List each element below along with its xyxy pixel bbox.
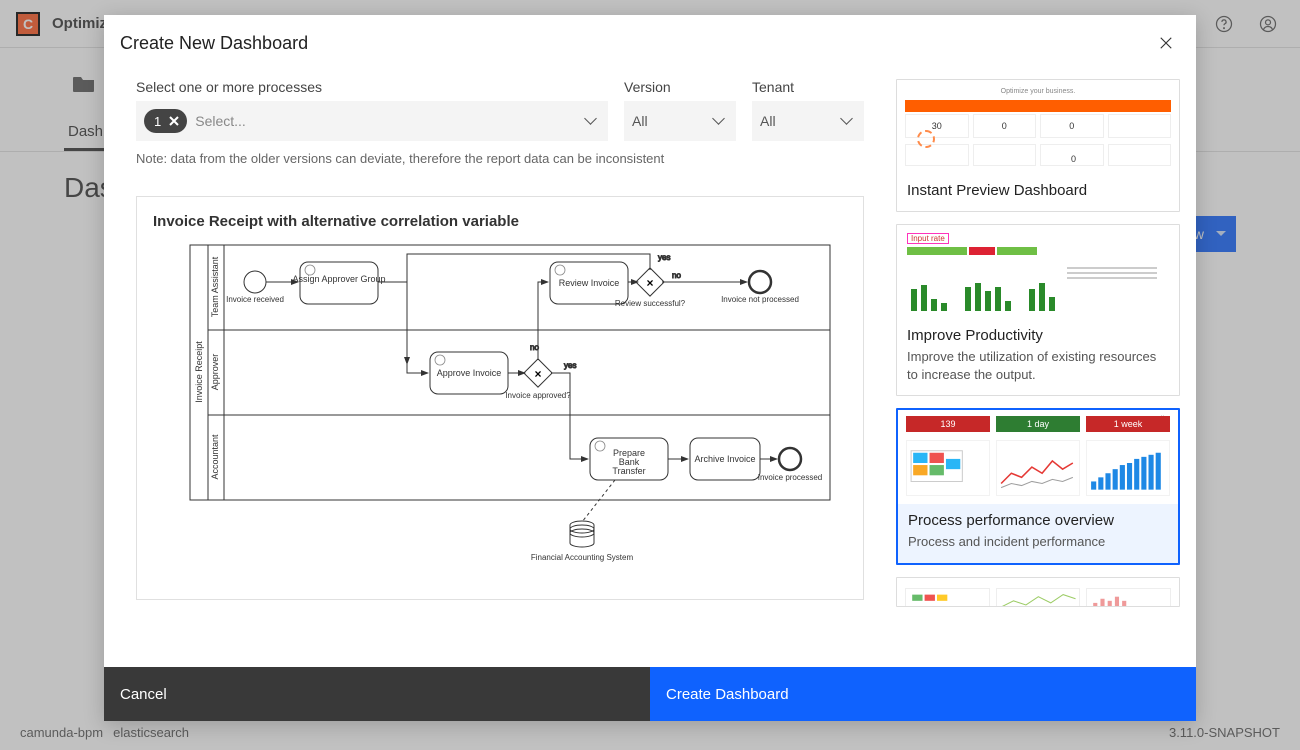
- tenant-field-label: Tenant: [752, 79, 864, 95]
- svg-text:yes: yes: [564, 361, 576, 370]
- svg-text:Review successful?: Review successful?: [615, 299, 686, 308]
- process-chip-count: 1: [154, 114, 161, 129]
- template-name: Improve Productivity: [907, 327, 1169, 344]
- template-improve-productivity[interactable]: Input rate: [896, 224, 1180, 396]
- tenant-select[interactable]: All: [752, 101, 864, 141]
- svg-text:Invoice processed: Invoice processed: [758, 473, 822, 482]
- process-select[interactable]: 1 Select...: [136, 101, 608, 141]
- template-instant-preview[interactable]: Optimize your business. 30 0 0 0: [896, 79, 1180, 212]
- svg-text:Accountant: Accountant: [210, 434, 220, 480]
- process-field-label: Select one or more processes: [136, 79, 608, 95]
- svg-text:Invoice approved?: Invoice approved?: [505, 391, 571, 400]
- process-diagram-card: Invoice Receipt with alternative correla…: [136, 196, 864, 600]
- svg-text:Approve Invoice: Approve Invoice: [437, 368, 502, 378]
- version-field-label: Version: [624, 79, 736, 95]
- template-more[interactable]: [896, 577, 1180, 607]
- template-name: Process performance overview: [908, 512, 1168, 529]
- version-select[interactable]: All: [624, 101, 736, 141]
- cancel-button[interactable]: Cancel: [104, 667, 650, 721]
- svg-text:×: ×: [534, 367, 541, 381]
- svg-text:Approver: Approver: [210, 354, 220, 391]
- svg-text:Invoice Receipt: Invoice Receipt: [194, 341, 204, 403]
- process-chip[interactable]: 1: [144, 109, 187, 133]
- template-desc: Process and incident performance: [908, 533, 1168, 551]
- chip-remove-icon[interactable]: [167, 114, 181, 128]
- svg-text:yes: yes: [658, 253, 670, 262]
- diagram-title: Invoice Receipt with alternative correla…: [153, 213, 847, 230]
- svg-text:Team Assistant: Team Assistant: [210, 256, 220, 317]
- modal-header: Create New Dashboard: [104, 15, 1196, 71]
- bar-chart-icon: [1086, 440, 1170, 496]
- svg-text:Assign Approver Group: Assign Approver Group: [292, 274, 385, 284]
- template-preview: Input rate: [897, 225, 1179, 319]
- line-chart-icon: [996, 440, 1080, 496]
- template-preview: Optimize your business. 30 0 0 0: [897, 80, 1179, 174]
- modal-footer: Cancel Create Dashboard: [104, 667, 1196, 721]
- template-process-performance[interactable]: Target < All 139 1 day 1 week: [896, 408, 1180, 565]
- template-name: Instant Preview Dashboard: [907, 182, 1169, 199]
- version-value: All: [632, 113, 648, 129]
- template-desc: Improve the utilization of existing reso…: [907, 348, 1169, 383]
- template-preview: Target < All 139 1 day 1 week: [898, 410, 1178, 504]
- svg-text:no: no: [530, 343, 539, 352]
- bpmn-diagram: Invoice Receipt Team Assistant Approver …: [153, 240, 847, 580]
- chevron-down-icon: [714, 118, 724, 124]
- bar-chart-icon: [911, 279, 1165, 311]
- chevron-down-icon: [586, 118, 596, 124]
- modal-title: Create New Dashboard: [120, 33, 308, 54]
- gear-icon: [917, 130, 935, 148]
- create-dashboard-button[interactable]: Create Dashboard: [650, 667, 1196, 721]
- heatmap-icon: [906, 440, 990, 496]
- svg-text:×: ×: [646, 276, 653, 290]
- create-dashboard-modal: Create New Dashboard Select one or more …: [104, 15, 1196, 721]
- template-preview: [897, 578, 1179, 606]
- svg-text:Archive Invoice: Archive Invoice: [694, 454, 755, 464]
- svg-text:no: no: [672, 271, 681, 280]
- svg-text:Invoice not processed: Invoice not processed: [721, 295, 799, 304]
- svg-text:Financial Accounting System: Financial Accounting System: [531, 553, 634, 562]
- svg-text:Invoice received: Invoice received: [226, 295, 284, 304]
- svg-text:Review Invoice: Review Invoice: [559, 278, 620, 288]
- process-placeholder: Select...: [195, 113, 246, 129]
- version-note: Note: data from the older versions can d…: [136, 151, 864, 166]
- close-icon[interactable]: [1152, 29, 1180, 57]
- chevron-down-icon: [842, 118, 852, 124]
- tenant-value: All: [760, 113, 776, 129]
- template-list: Optimize your business. 30 0 0 0: [896, 79, 1180, 607]
